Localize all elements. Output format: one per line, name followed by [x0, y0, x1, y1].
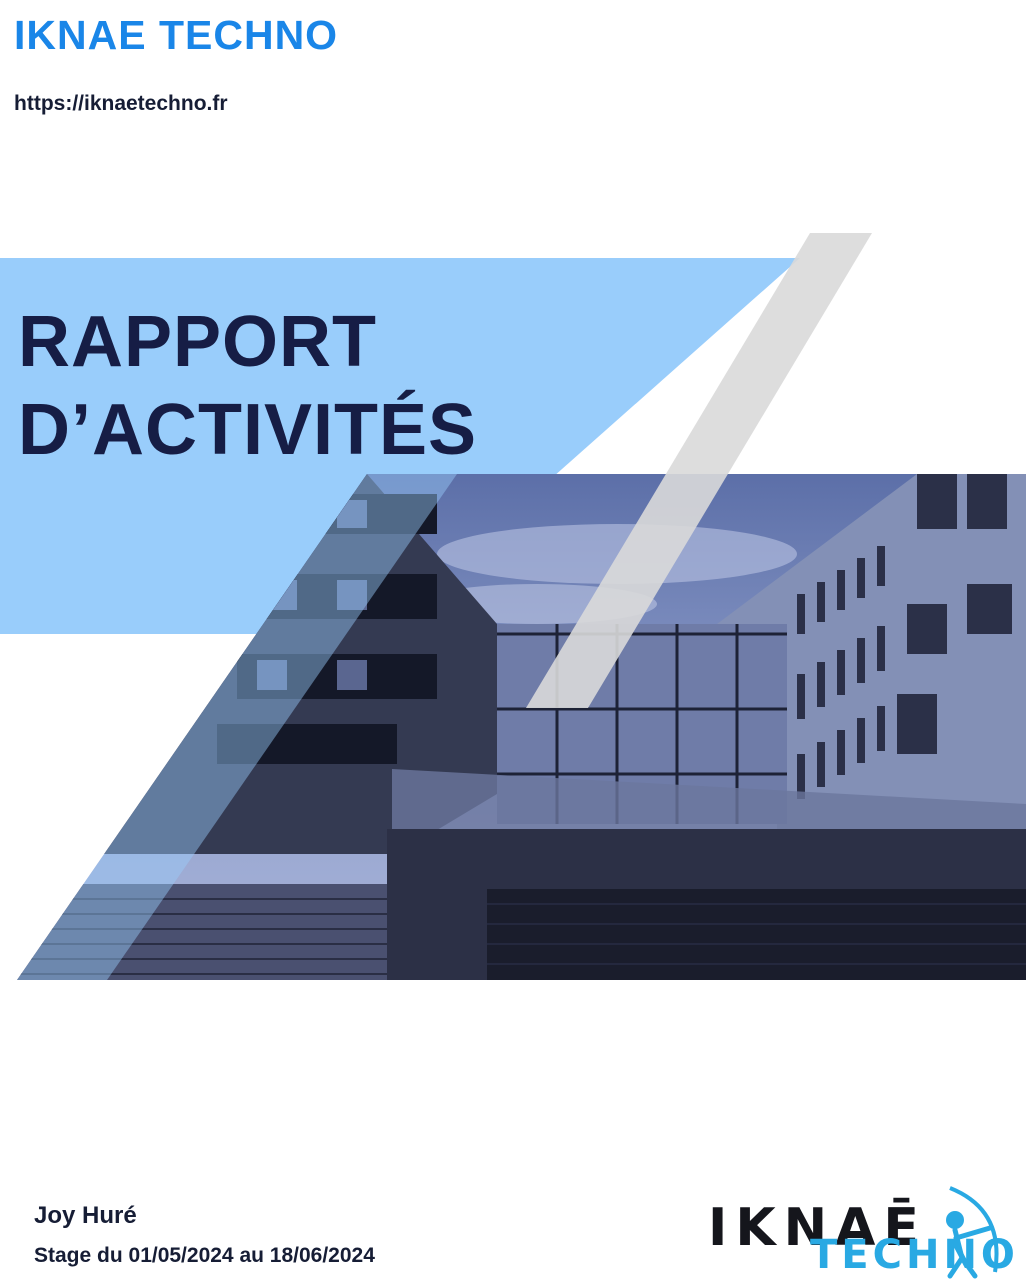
title-line-2: D’ACTIVITÉS — [18, 390, 478, 470]
website-url: https://iknaetechno.fr — [14, 92, 228, 115]
title-line-1: RAPPORT — [18, 302, 378, 382]
company-logo: IKNAĒ TECHNO — [700, 1180, 1015, 1280]
report-title: RAPPORT D’ACTIVITÉS — [18, 298, 477, 474]
author-name: Joy Huré — [34, 1202, 137, 1229]
building-photo — [17, 474, 1026, 980]
company-name: IKNAE TECHNO — [14, 12, 339, 58]
internship-period: Stage du 01/05/2024 au 18/06/2024 — [34, 1244, 375, 1267]
logo-word-techno: TECHNO — [810, 1232, 1019, 1278]
